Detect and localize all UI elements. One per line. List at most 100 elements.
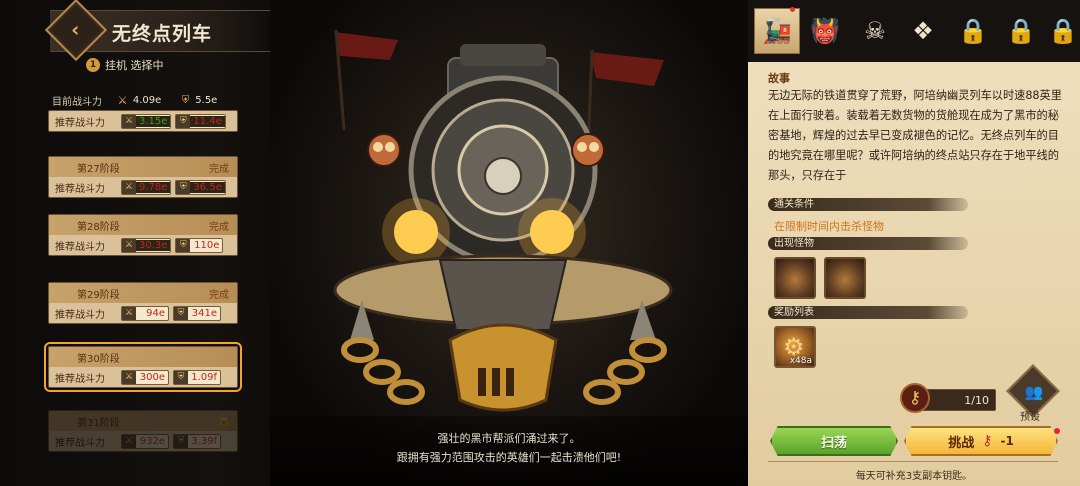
dialog-line-2: 跟拥有强力范围攻击的英雄们一起击溃他们吧! — [396, 451, 622, 464]
stage-detail-panel: 🚂 👹 ☠ ❖ 🔒 🔒 🔒 故事 无边无际的铁道贯穿了荒野，阿培纳幽灵列车以时速… — [748, 0, 1080, 486]
stage-name: 第27阶段 — [77, 163, 120, 175]
monster-portrait[interactable] — [824, 257, 866, 299]
afk-status[interactable]: 1 挂机 选择中 — [86, 57, 164, 73]
challenge-label: 挑战 — [948, 435, 975, 451]
stage-name: 第28阶段 — [77, 221, 120, 233]
notification-dot — [790, 7, 795, 12]
stage-name: 第29阶段 — [77, 289, 120, 301]
defense-chip: ⛨ 36.5e — [175, 179, 226, 195]
stage-name: 第31阶段 — [77, 417, 120, 429]
train-boss-illustration — [333, 29, 673, 412]
recommend-label: 推荐战斗力 — [55, 117, 105, 129]
stage-header: 第30阶段 — [49, 347, 237, 367]
sweep-label: 扫荡 — [820, 435, 847, 451]
defense-value: 341e — [191, 307, 217, 319]
demon-icon: 👹 — [810, 17, 840, 45]
story-title: 故事 — [768, 72, 790, 85]
story-text[interactable]: 无边无际的铁道贯穿了荒野，阿培纳幽灵列车以时速88英里在上面行驶着。装载着无数货… — [768, 86, 1068, 190]
tab-locked-1[interactable]: 🔒 — [950, 8, 996, 54]
stage-status: 完成 — [209, 289, 229, 301]
attack-value: 3.15e — [136, 115, 171, 127]
afk-label: 挂机 选择中 — [105, 59, 164, 72]
challenge-button[interactable]: 挑战 ⚷ -1 — [904, 426, 1058, 456]
tab-crystal[interactable]: ❖ — [900, 8, 946, 54]
chevron-left-icon: ‹ — [71, 17, 80, 42]
notification-dot — [1054, 428, 1060, 434]
sword-icon: ⚔ — [122, 306, 136, 320]
attack-value: 30.3e — [136, 239, 171, 251]
stage-card-29[interactable]: 第29阶段 完成 推荐战斗力 ⚔ 94e ⛨ 341e — [48, 282, 238, 324]
stage-header: 第29阶段 完成 — [49, 283, 237, 303]
attack-chip: ⚔ 932e — [121, 433, 169, 449]
daily-key-note: 每天可补充3支副本钥匙。 — [855, 471, 973, 482]
stage-recommend-row: 推荐战斗力 ⚔ 9.78e ⛨ 36.5e — [49, 177, 237, 197]
current-defense-value: 5.5e — [195, 95, 218, 106]
dialog-line-1: 强壮的黑市帮派们涌过来了。 — [437, 432, 581, 445]
defense-chip: ⛨ 341e — [173, 305, 221, 321]
stage-status: 完成 — [209, 221, 229, 233]
defense-chip: ⛨ 1.09f — [173, 369, 221, 385]
shield-icon: ⛨ — [176, 180, 191, 194]
attack-value: 932e — [139, 435, 165, 447]
defense-value: 36.5e — [190, 181, 225, 193]
tab-locked-3[interactable]: 🔒 — [1046, 8, 1080, 54]
stage-card-28[interactable]: 第28阶段 完成 推荐战斗力 ⚔ 30.3e ⛨ 110e — [48, 214, 238, 256]
locked-tab-icon: 🔒 — [1048, 17, 1078, 45]
clear-condition-text: 在限制时间内击杀怪物 — [774, 220, 884, 233]
shield-icon: ⛨ — [174, 434, 188, 448]
defense-value: 3.39f — [191, 435, 217, 447]
sword-icon: ⚔ — [122, 114, 136, 128]
attack-value: 9.78e — [136, 181, 171, 193]
stage-card-current[interactable]: 推荐战斗力 ⚔ 3.15e ⛨ 11.4e — [48, 110, 238, 132]
current-power-label: 目前战斗力 — [52, 97, 102, 108]
current-power-row: 目前战斗力 ⚔ 4.09e ⛨ 5.5e — [52, 93, 242, 108]
boss-artwork: 强壮的黑市帮派们涌过来了。 跟拥有强力范围攻击的英雄们一起击溃他们吧! — [270, 0, 748, 486]
crystal-icon: ❖ — [912, 17, 934, 45]
tab-skull[interactable]: ☠ — [852, 8, 898, 54]
stage-header: 第28阶段 完成 — [49, 215, 237, 235]
dungeon-tabs: 🚂 👹 ☠ ❖ 🔒 🔒 🔒 — [748, 0, 1080, 62]
defense-value: 110e — [194, 239, 220, 251]
recommend-label: 推荐战斗力 — [55, 309, 105, 321]
shield-icon: ⛨ — [181, 95, 190, 106]
stage-card-31[interactable]: 第31阶段 🔒 推荐战斗力 ⚔ 932e ⛨ 3.39f — [48, 410, 238, 452]
stage-header: 第27阶段 完成 — [49, 157, 237, 177]
stage-card-27[interactable]: 第27阶段 完成 推荐战斗力 ⚔ 9.78e ⛨ 36.5e — [48, 156, 238, 198]
stage-status: 完成 — [209, 163, 229, 175]
page-title: 无终点列车 — [112, 23, 213, 45]
attack-chip: ⚔ 9.78e — [121, 179, 172, 195]
divider — [768, 461, 1058, 462]
stage-recommend-row: 推荐战斗力 ⚔ 932e ⛨ 3.39f — [49, 431, 237, 451]
tab-locked-2[interactable]: 🔒 — [998, 8, 1044, 54]
shield-icon: ⛨ — [176, 114, 191, 128]
monster-portrait[interactable] — [774, 257, 816, 299]
stage-recommend-row: 推荐战斗力 ⚔ 30.3e ⛨ 110e — [49, 235, 237, 255]
attack-chip: ⚔ 94e — [121, 305, 169, 321]
defense-value: 11.4e — [190, 115, 225, 127]
key-count-text: 1/10 — [964, 394, 989, 407]
rewards-header: 奖励列表 — [768, 306, 968, 319]
recommend-label: 推荐战斗力 — [55, 241, 105, 253]
monsters-header: 出现怪物 — [768, 237, 968, 250]
challenge-cost: -1 — [1000, 434, 1014, 448]
tab-demon[interactable]: 👹 — [802, 8, 848, 54]
key-icon: ⚷ — [900, 383, 930, 413]
shield-icon: ⛨ — [174, 370, 188, 384]
current-attack-value: 4.09e — [132, 95, 162, 106]
skull-icon: ☠ — [864, 17, 886, 45]
key-icon: ⚷ — [982, 433, 993, 449]
stage-card-30[interactable]: 第30阶段 推荐战斗力 ⚔ 300e ⛨ 1.09f — [44, 342, 242, 392]
lock-icon: 🔒 — [217, 413, 231, 426]
recommend-label: 推荐战斗力 — [55, 437, 105, 449]
attack-chip: ⚔ 300e — [121, 369, 169, 385]
defense-value: 1.09f — [191, 371, 217, 383]
preset-label: 预设 — [1020, 412, 1040, 423]
sweep-button[interactable]: 扫荡 — [770, 426, 898, 456]
clear-condition-header: 通关条件 — [768, 198, 968, 211]
shield-icon: ⛨ — [176, 238, 191, 252]
afk-number-badge: 1 — [86, 58, 100, 72]
reward-item[interactable]: ⚙ x48a — [774, 326, 816, 368]
defense-chip: ⛨ 3.39f — [173, 433, 221, 449]
tab-train[interactable]: 🚂 — [754, 8, 800, 54]
defense-chip: ⛨ 11.4e — [175, 113, 226, 129]
